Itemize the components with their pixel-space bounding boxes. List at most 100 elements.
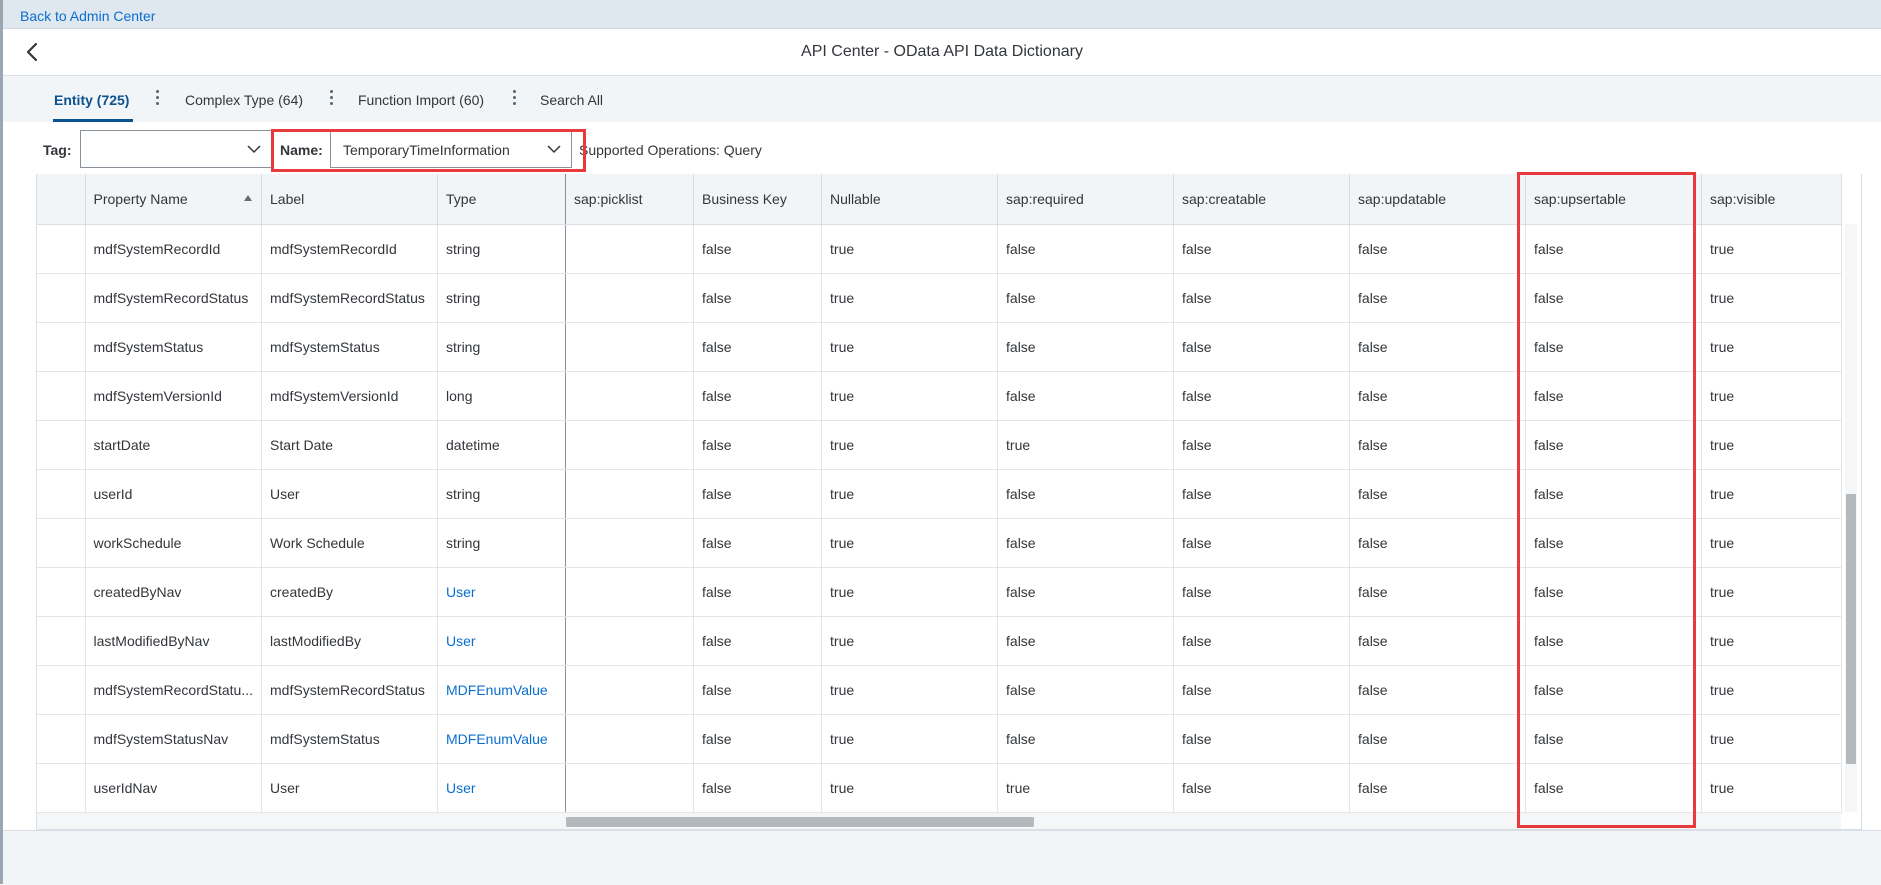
cell-picklist <box>565 371 695 421</box>
table-row[interactable]: mdfSystemStatusNav mdfSystemStatus MDFEnum… <box>37 714 1843 764</box>
table-row[interactable]: userIdNav User User false true true false false… <box>37 763 1843 813</box>
column-header-creatable[interactable]: sap:creatable <box>1173 174 1351 225</box>
cell-creatable: false <box>1173 322 1351 372</box>
cell-select <box>37 714 86 764</box>
cell-type[interactable]: MDFEnumValue <box>437 665 567 715</box>
cell-creatable: false <box>1173 371 1351 421</box>
cell-visible: true <box>1701 616 1843 666</box>
table-row[interactable]: mdfSystemRecordStatus mdfSystemRecordStat… <box>37 273 1843 323</box>
cell-type[interactable]: User <box>437 567 567 617</box>
cell-picklist <box>565 616 695 666</box>
cell-nullable: true <box>821 469 999 519</box>
cell-required: false <box>997 273 1175 323</box>
table-row[interactable]: mdfSystemVersionId mdfSystemVersionId long… <box>37 371 1843 421</box>
cell-upsertable: false <box>1525 273 1703 323</box>
cell-type[interactable]: MDFEnumValue <box>437 714 567 764</box>
page-title: API Center - OData API Data Dictionary <box>801 43 1083 60</box>
cell-nullable: true <box>821 518 999 568</box>
cell-updatable: false <box>1349 616 1527 666</box>
tag-select[interactable] <box>80 130 272 168</box>
cell-creatable: false <box>1173 469 1351 519</box>
cell-upsertable: false <box>1525 567 1703 617</box>
horizontal-scrollbar-thumb[interactable] <box>566 817 1034 827</box>
column-header-nullable[interactable]: Nullable <box>821 174 999 225</box>
cell-nullable: true <box>821 616 999 666</box>
cell-label: User <box>261 763 439 813</box>
cell-picklist <box>565 518 695 568</box>
table-header-row: Property Name Label Type sap:picklist Bu… <box>37 174 1843 225</box>
tab-search-all[interactable]: Search All <box>540 92 603 108</box>
cell-business-key: false <box>693 714 823 764</box>
column-header-type[interactable]: Type <box>437 174 567 225</box>
cell-required: false <box>997 518 1175 568</box>
table-row[interactable]: mdfSystemRecordId mdfSystemRecordId string… <box>37 224 1843 274</box>
cell-label: Start Date <box>261 420 439 470</box>
column-header-visible[interactable]: sap:visible <box>1701 174 1843 225</box>
cell-type[interactable]: User <box>437 616 567 666</box>
cell-picklist <box>565 567 695 617</box>
table-row[interactable]: userId User string false true false false false… <box>37 469 1843 519</box>
chevron-down-icon <box>247 145 261 154</box>
tab-complex-type[interactable]: Complex Type (64) <box>185 92 303 108</box>
vertical-scrollbar[interactable] <box>1845 224 1857 812</box>
cell-nullable: true <box>821 224 999 274</box>
tab-entity[interactable]: Entity (725) <box>54 92 129 108</box>
cell-select <box>37 224 86 274</box>
vertical-scrollbar-thumb[interactable] <box>1846 494 1856 764</box>
cell-property-name: mdfSystemStatusNav <box>85 714 263 764</box>
column-header-property-name[interactable]: Property Name <box>85 174 263 225</box>
cell-updatable: false <box>1349 420 1527 470</box>
table-row[interactable]: mdfSystemStatus mdfSystemStatus string fals… <box>37 322 1843 372</box>
table-row[interactable]: mdfSystemRecordStatu... mdfSystemRecordSt… <box>37 665 1843 715</box>
cell-required: false <box>997 665 1175 715</box>
cell-required: false <box>997 567 1175 617</box>
kebab-icon <box>513 90 517 106</box>
cell-label: mdfSystemStatus <box>261 322 439 372</box>
cell-upsertable: false <box>1525 371 1703 421</box>
horizontal-scrollbar[interactable] <box>37 812 1841 829</box>
name-select[interactable]: TemporaryTimeInformation <box>330 130 572 168</box>
cell-property-name: mdfSystemRecordId <box>85 224 263 274</box>
cell-updatable: false <box>1349 371 1527 421</box>
cell-type: datetime <box>437 420 567 470</box>
filter-bar: Tag: Name: TemporaryTimeInformation Supp… <box>3 122 1881 174</box>
table-row[interactable]: startDate Start Date datetime false true true… <box>37 420 1843 470</box>
cell-updatable: false <box>1349 322 1527 372</box>
cell-required: false <box>997 714 1175 764</box>
cell-visible: true <box>1701 567 1843 617</box>
table-row[interactable]: lastModifiedByNav lastModifiedBy User false… <box>37 616 1843 666</box>
cell-type: long <box>437 371 567 421</box>
table-body: mdfSystemRecordId mdfSystemRecordId string… <box>37 224 1843 813</box>
table-row[interactable]: workSchedule Work Schedule string false true… <box>37 518 1843 568</box>
column-header-required[interactable]: sap:required <box>997 174 1175 225</box>
column-header-business-key[interactable]: Business Key <box>693 174 823 225</box>
cell-select <box>37 469 86 519</box>
cell-select <box>37 665 86 715</box>
column-header-label[interactable]: Label <box>261 174 439 225</box>
cell-business-key: false <box>693 469 823 519</box>
cell-property-name: workSchedule <box>85 518 263 568</box>
table-row[interactable]: createdByNav createdBy User false true false f… <box>37 567 1843 617</box>
cell-updatable: false <box>1349 224 1527 274</box>
cell-type: string <box>437 518 567 568</box>
title-bar: API Center - OData API Data Dictionary <box>3 29 1881 76</box>
cell-property-name: mdfSystemVersionId <box>85 371 263 421</box>
cell-required: true <box>997 420 1175 470</box>
column-header-picklist[interactable]: sap:picklist <box>565 174 695 225</box>
cell-nullable: true <box>821 273 999 323</box>
cell-updatable: false <box>1349 665 1527 715</box>
cell-type[interactable]: User <box>437 763 567 813</box>
tab-function-import[interactable]: Function Import (60) <box>358 92 484 108</box>
cell-select <box>37 518 86 568</box>
cell-select <box>37 567 86 617</box>
cell-label: mdfSystemRecordStatus <box>261 665 439 715</box>
back-to-admin-center-link[interactable]: Back to Admin Center <box>20 8 155 24</box>
cell-picklist <box>565 224 695 274</box>
cell-select <box>37 322 86 372</box>
cell-nullable: true <box>821 763 999 813</box>
cell-select <box>37 763 86 813</box>
column-header-updatable[interactable]: sap:updatable <box>1349 174 1527 225</box>
column-header-upsertable[interactable]: sap:upsertable <box>1525 174 1703 225</box>
cell-property-name: mdfSystemRecordStatus <box>85 273 263 323</box>
cell-upsertable: false <box>1525 763 1703 813</box>
